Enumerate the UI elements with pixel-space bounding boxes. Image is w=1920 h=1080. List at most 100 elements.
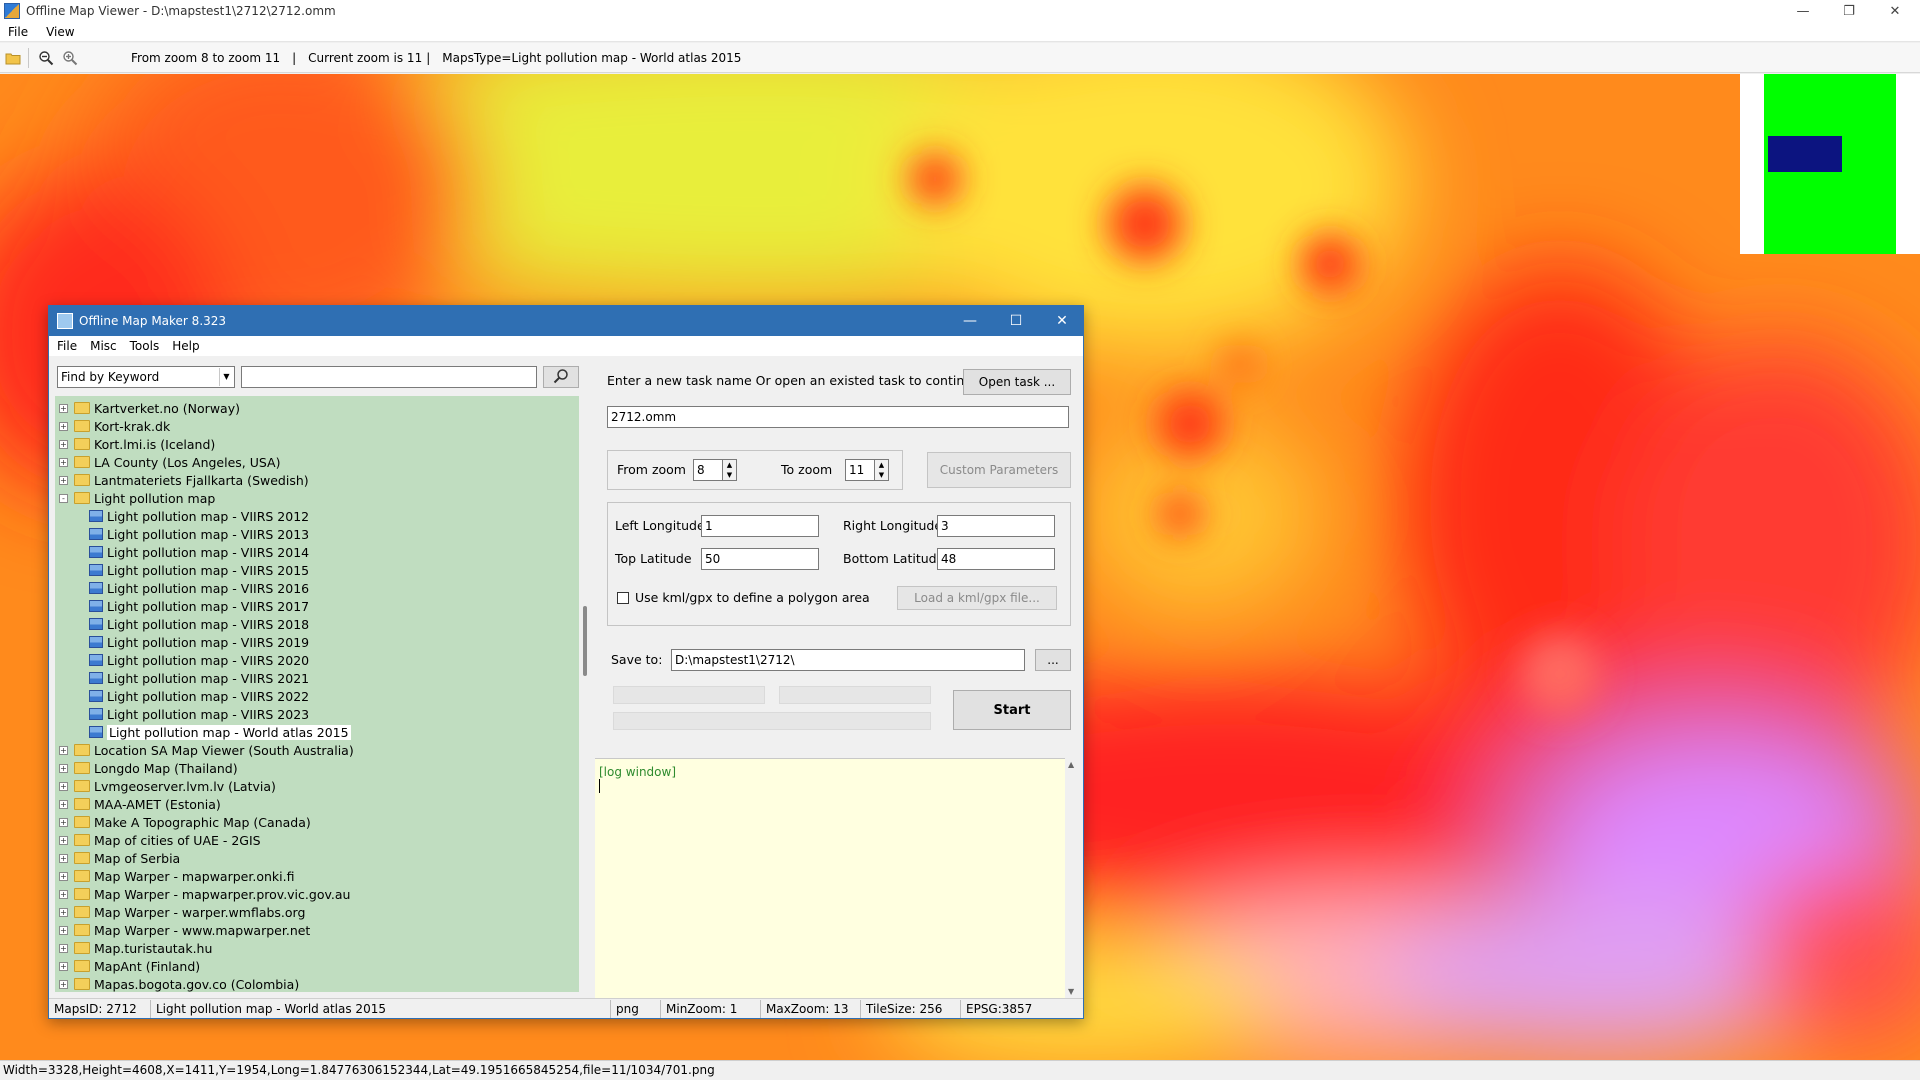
to-zoom-stepper[interactable]: ▲ ▼: [875, 459, 889, 481]
tree-map-item[interactable]: Light pollution map - VIIRS 2023: [89, 705, 309, 723]
map-source-tree[interactable]: + Kartverket.no (Norway) + Kort-krak.dk + Kor…: [55, 396, 579, 992]
browse-button[interactable]: ...: [1035, 649, 1071, 671]
dialog-menu-file[interactable]: File: [57, 339, 77, 353]
scroll-down-icon[interactable]: ▼: [1068, 987, 1074, 996]
tree-folder-item[interactable]: + Map Warper - mapwarper.onki.fi: [59, 867, 294, 885]
search-button[interactable]: [543, 366, 579, 388]
tree-map-item[interactable]: Light pollution map - VIIRS 2018: [89, 615, 309, 633]
left-longitude-input[interactable]: 1: [701, 515, 819, 537]
zoom-in-icon[interactable]: [59, 47, 81, 69]
expand-icon[interactable]: +: [59, 421, 68, 431]
custom-parameters-button[interactable]: Custom Parameters: [927, 452, 1071, 488]
expand-icon[interactable]: +: [59, 835, 68, 845]
expand-icon[interactable]: +: [59, 439, 68, 449]
tree-map-item[interactable]: Light pollution map - VIIRS 2016: [89, 579, 309, 597]
expand-icon[interactable]: +: [59, 907, 68, 917]
close-button[interactable]: ✕: [1872, 0, 1918, 22]
task-prompt-label: Enter a new task name Or open an existed…: [607, 373, 985, 388]
dialog-close-button[interactable]: ✕: [1039, 306, 1085, 336]
tree-map-item[interactable]: Light pollution map - VIIRS 2019: [89, 633, 309, 651]
dialog-minimize-button[interactable]: —: [947, 306, 993, 336]
minimize-button[interactable]: —: [1780, 0, 1826, 22]
log-scrollbar[interactable]: ▲ ▼: [1065, 758, 1079, 998]
tree-folder-item[interactable]: + Map Warper - www.mapwarper.net: [59, 921, 310, 939]
expand-icon[interactable]: +: [59, 961, 68, 971]
tree-map-item[interactable]: Light pollution map - VIIRS 2017: [89, 597, 309, 615]
menu-view[interactable]: View: [46, 25, 74, 39]
tree-folder-item[interactable]: + Make A Topographic Map (Canada): [59, 813, 311, 831]
tree-map-item[interactable]: Light pollution map - VIIRS 2020: [89, 651, 309, 669]
kml-checkbox[interactable]: [617, 592, 629, 604]
minimap-viewport[interactable]: [1768, 136, 1842, 172]
scroll-up-icon[interactable]: ▲: [1068, 760, 1074, 769]
expand-icon[interactable]: +: [59, 745, 68, 755]
tree-folder-item[interactable]: + MapAnt (Finland): [59, 957, 200, 975]
expand-icon[interactable]: +: [59, 853, 68, 863]
tree-folder-item[interactable]: - Light pollution map: [59, 489, 215, 507]
to-zoom-input[interactable]: 11: [845, 459, 875, 481]
tree-folder-item[interactable]: + Mapas.bogota.gov.co (Colombia): [59, 975, 299, 992]
tree-folder-item[interactable]: + Map.turistautak.hu: [59, 939, 212, 957]
tree-folder-item[interactable]: + Map Warper - warper.wmflabs.org: [59, 903, 305, 921]
search-mode-select[interactable]: Find by Keyword ▼: [57, 366, 235, 388]
load-kml-button[interactable]: Load a kml/gpx file...: [897, 586, 1057, 610]
tree-map-item[interactable]: Light pollution map - VIIRS 2022: [89, 687, 309, 705]
start-button[interactable]: Start: [953, 690, 1071, 730]
expand-icon[interactable]: +: [59, 475, 68, 485]
tree-map-item[interactable]: Light pollution map - VIIRS 2014: [89, 543, 309, 561]
log-window[interactable]: [log window]: [595, 758, 1079, 998]
dialog-menu-help[interactable]: Help: [172, 339, 199, 353]
folder-icon: [74, 978, 90, 990]
tree-folder-item[interactable]: + Lvmgeoserver.lvm.lv (Latvia): [59, 777, 276, 795]
folder-icon: [74, 402, 90, 414]
minimap[interactable]: [1740, 74, 1920, 254]
expand-icon[interactable]: +: [59, 799, 68, 809]
expand-icon[interactable]: +: [59, 817, 68, 827]
search-input[interactable]: [241, 366, 537, 388]
top-latitude-input[interactable]: 50: [701, 548, 819, 570]
tree-folder-item[interactable]: + Longdo Map (Thailand): [59, 759, 238, 777]
expand-icon[interactable]: +: [59, 781, 68, 791]
menu-file[interactable]: File: [8, 25, 28, 39]
expand-icon[interactable]: +: [59, 871, 68, 881]
tree-map-item[interactable]: Light pollution map - VIIRS 2013: [89, 525, 309, 543]
expand-icon[interactable]: +: [59, 889, 68, 899]
dialog-menu-tools[interactable]: Tools: [130, 339, 160, 353]
tree-map-item[interactable]: Light pollution map - VIIRS 2015: [89, 561, 309, 579]
expand-icon[interactable]: +: [59, 925, 68, 935]
dialog-maximize-button[interactable]: ☐: [993, 306, 1039, 336]
open-task-button[interactable]: Open task ...: [963, 369, 1071, 395]
expand-icon[interactable]: +: [59, 457, 68, 467]
expand-icon[interactable]: +: [59, 763, 68, 773]
tree-scrollbar[interactable]: [579, 396, 593, 992]
tree-folder-item[interactable]: + Map Warper - mapwarper.prov.vic.gov.au: [59, 885, 350, 903]
from-zoom-stepper[interactable]: ▲ ▼: [723, 459, 737, 481]
tree-folder-item[interactable]: + MAA-AMET (Estonia): [59, 795, 221, 813]
tree-map-item[interactable]: Light pollution map - VIIRS 2012: [89, 507, 309, 525]
tree-folder-item[interactable]: + Map of cities of UAE - 2GIS: [59, 831, 261, 849]
tree-map-item[interactable]: Light pollution map - World atlas 2015: [89, 723, 351, 741]
expand-icon[interactable]: +: [59, 403, 68, 413]
tree-folder-item[interactable]: + Map of Serbia: [59, 849, 180, 867]
dialog-menu-misc[interactable]: Misc: [90, 339, 117, 353]
expand-icon[interactable]: +: [59, 943, 68, 953]
collapse-icon[interactable]: -: [59, 493, 68, 503]
bottom-latitude-input[interactable]: 48: [937, 548, 1055, 570]
tree-scroll-thumb[interactable]: [583, 606, 587, 676]
right-longitude-input[interactable]: 3: [937, 515, 1055, 537]
zoom-out-icon[interactable]: [35, 47, 57, 69]
tree-folder-item[interactable]: + Lantmateriets Fjallkarta (Swedish): [59, 471, 309, 489]
tree-folder-item[interactable]: + Location SA Map Viewer (South Australia…: [59, 741, 354, 759]
expand-icon[interactable]: +: [59, 979, 68, 989]
tree-folder-item[interactable]: + Kort.lmi.is (Iceland): [59, 435, 215, 453]
task-name-input[interactable]: 2712.omm: [607, 406, 1069, 428]
save-path-input[interactable]: D:\mapstest1\2712\: [671, 649, 1025, 671]
open-folder-icon[interactable]: [2, 47, 24, 69]
search-icon: [553, 368, 569, 387]
restore-button[interactable]: ❐: [1826, 0, 1872, 22]
from-zoom-input[interactable]: 8: [693, 459, 723, 481]
tree-folder-item[interactable]: + Kartverket.no (Norway): [59, 399, 240, 417]
tree-folder-item[interactable]: + LA County (Los Angeles, USA): [59, 453, 281, 471]
tree-folder-item[interactable]: + Kort-krak.dk: [59, 417, 170, 435]
tree-map-item[interactable]: Light pollution map - VIIRS 2021: [89, 669, 309, 687]
